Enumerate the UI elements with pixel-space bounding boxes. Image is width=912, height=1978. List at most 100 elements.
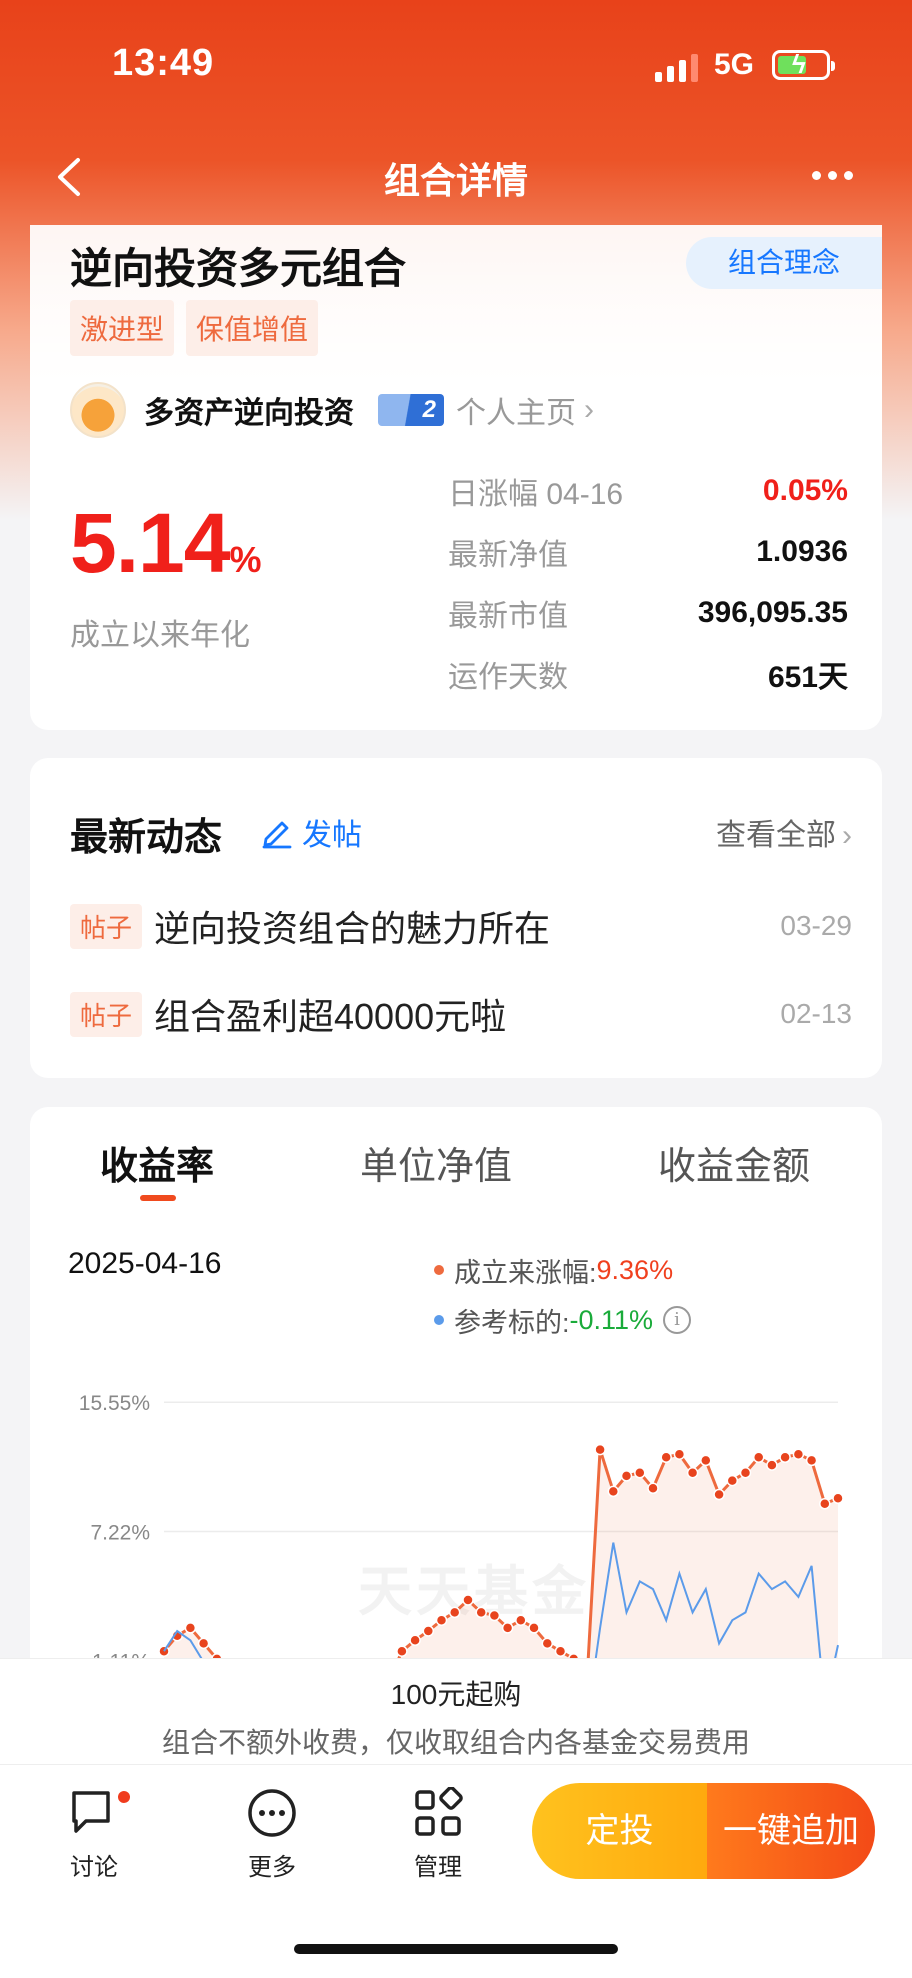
view-all-link[interactable]: 查看全部 › xyxy=(716,810,852,854)
nav-label: 更多 xyxy=(248,1854,296,1881)
stat-value: 1.0936 xyxy=(756,534,848,568)
data-point xyxy=(620,1470,633,1482)
data-point xyxy=(409,1634,421,1647)
stat-label: 最新净值 xyxy=(448,538,568,572)
pen-icon xyxy=(262,821,292,849)
legend-value: 9.36% xyxy=(596,1254,674,1285)
level-badge: 2 xyxy=(378,394,444,426)
data-point xyxy=(752,1451,765,1464)
page-title: 组合详情 xyxy=(383,160,528,201)
post-date: 03-29 xyxy=(780,910,852,941)
data-point xyxy=(541,1637,554,1650)
data-point xyxy=(819,1498,831,1510)
avatar xyxy=(70,382,126,438)
data-point xyxy=(422,1625,435,1637)
post-date: 02-13 xyxy=(780,998,852,1029)
homepage-link[interactable]: 个人主页 xyxy=(456,388,576,432)
manager-name: 多资产逆向投资 xyxy=(144,397,354,430)
y-tick-label: 15.55% xyxy=(79,1392,150,1415)
battery-icon: ϟ xyxy=(772,49,835,80)
fee-note-text: 组合不额外收费，仅收取组合内各基金交易费用 xyxy=(161,1727,750,1758)
stat-label: 日涨幅 04-16 xyxy=(448,477,624,511)
post-button[interactable]: 发帖 xyxy=(260,810,362,854)
info-icon[interactable]: i xyxy=(663,1306,692,1334)
list-item[interactable]: 帖子 组合盈利超40000元啦 02-13 xyxy=(70,988,852,1040)
nav-bar: 组合详情 xyxy=(0,130,912,225)
data-point xyxy=(660,1451,672,1464)
data-point xyxy=(805,1454,818,1467)
data-point xyxy=(700,1454,712,1467)
status-time: 13:49 xyxy=(112,42,215,84)
post-tag: 帖子 xyxy=(70,903,143,949)
stat-days: 运作天数 651天 xyxy=(448,643,848,704)
min-purchase-text: 100元起购 xyxy=(390,1679,522,1710)
post-title: 逆向投资组合的魅力所在 xyxy=(154,908,551,949)
nav-more[interactable]: 更多 xyxy=(222,1787,322,1882)
data-point xyxy=(739,1467,752,1479)
data-point xyxy=(594,1443,606,1456)
data-point xyxy=(184,1622,197,1634)
data-point xyxy=(396,1645,408,1657)
stat-market-value: 最新市值 396,095.35 xyxy=(448,582,848,643)
risk-tag: 激进型 xyxy=(70,300,175,356)
legend-item-portfolio: 成立来涨幅: 9.36% xyxy=(434,1245,691,1295)
legend-value: -0.11% xyxy=(569,1304,654,1335)
data-point xyxy=(197,1637,210,1650)
more-circle-icon xyxy=(246,1787,298,1839)
portfolio-summary-card: 逆向投资多元组合 组合理念 激进型 保值增值 多资产逆向投资 2 个人主页 › … xyxy=(30,225,882,730)
legend-label: 参考标的: xyxy=(454,1307,570,1338)
news-card: 最新动态 发帖 查看全部 › 帖子 逆向投资组合的魅力所在 03-29 帖子 组合… xyxy=(30,758,882,1078)
stats-list: 日涨幅 04-16 0.05% 最新净值 1.0936 最新市值 396,095… xyxy=(448,460,848,704)
news-title: 最新动态 xyxy=(70,817,223,859)
nav-discuss[interactable]: 讨论 xyxy=(44,1787,144,1882)
annualized-rate-value: 5.14 xyxy=(70,496,230,590)
data-point xyxy=(766,1459,778,1471)
tab-return-rate[interactable]: 收益率 xyxy=(100,1135,214,1190)
quick-add-button[interactable]: 一键追加 xyxy=(707,1783,875,1879)
legend-label: 成立来涨幅: xyxy=(454,1257,597,1288)
tab-profit-amount[interactable]: 收益金额 xyxy=(658,1135,810,1190)
chat-icon xyxy=(68,1787,130,1839)
portfolio-tags: 激进型 保值增值 xyxy=(70,300,319,356)
data-point xyxy=(435,1614,448,1626)
data-point xyxy=(726,1474,739,1487)
chart-date: 2025-04-16 xyxy=(68,1247,222,1280)
stat-nav: 最新净值 1.0936 xyxy=(448,521,848,582)
data-point xyxy=(673,1448,686,1460)
data-point xyxy=(528,1622,540,1634)
annualized-rate-unit: % xyxy=(229,539,262,580)
chart-tabs: 收益率 单位净值 收益金额 xyxy=(30,1135,882,1195)
data-point xyxy=(607,1485,620,1498)
data-point xyxy=(448,1606,461,1619)
annualized-rate: 5.14% xyxy=(70,495,262,592)
tab-unit-nav[interactable]: 单位净值 xyxy=(360,1135,512,1190)
stat-daily-change: 日涨幅 04-16 0.05% xyxy=(448,460,848,521)
goal-tag: 保值增值 xyxy=(186,300,319,356)
chevron-right-icon: › xyxy=(842,819,852,852)
status-bar: 13:49 5G ϟ xyxy=(0,0,912,130)
data-point xyxy=(501,1622,514,1634)
nav-label: 讨论 xyxy=(70,1854,118,1881)
manager-row[interactable]: 多资产逆向投资 2 个人主页 › xyxy=(70,380,594,440)
data-point xyxy=(488,1609,501,1622)
data-point xyxy=(792,1448,805,1460)
list-item[interactable]: 帖子 逆向投资组合的魅力所在 03-29 xyxy=(70,900,852,952)
more-menu-button[interactable] xyxy=(812,160,872,190)
chevron-right-icon: › xyxy=(584,393,594,426)
signal-icon xyxy=(655,52,698,82)
return-chart[interactable]: 15.55%7.22%-1.11% xyxy=(30,1362,882,1667)
nav-manage[interactable]: 管理 xyxy=(388,1786,488,1882)
purchase-info-bar: 100元起购 组合不额外收费，仅收取组合内各基金交易费用 xyxy=(0,1658,912,1764)
nav-label: 管理 xyxy=(414,1854,462,1881)
post-button-label: 发帖 xyxy=(302,819,362,852)
stat-value: 651天 xyxy=(767,660,848,694)
active-tab-indicator xyxy=(140,1195,176,1201)
annualized-rate-label: 成立以来年化 xyxy=(70,619,250,652)
data-point xyxy=(647,1482,659,1495)
stat-value: 0.05% xyxy=(762,473,848,507)
grid-icon xyxy=(412,1786,464,1839)
data-point xyxy=(713,1488,725,1501)
concept-button[interactable]: 组合理念 xyxy=(686,237,882,289)
home-indicator xyxy=(294,1944,618,1954)
auto-invest-button[interactable]: 定投 xyxy=(532,1783,707,1879)
